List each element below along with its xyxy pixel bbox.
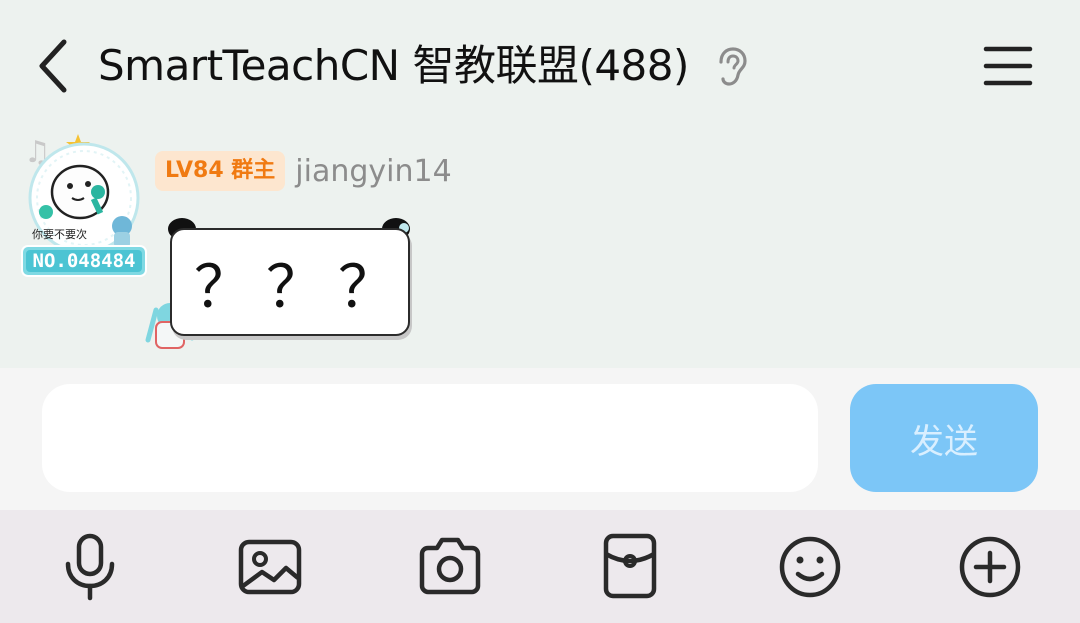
chevron-left-icon xyxy=(39,39,67,93)
avatar[interactable]: ♫ ♪ 你要不要次 NO.048484 xyxy=(18,126,150,278)
sender-name[interactable]: jiangyin14 xyxy=(295,154,451,189)
red-packet-icon xyxy=(603,533,657,599)
camera-button[interactable] xyxy=(410,524,490,608)
camera-icon xyxy=(419,537,481,595)
message-input[interactable] xyxy=(42,384,818,492)
microphone-icon xyxy=(65,533,115,601)
composer-bar: 发送 xyxy=(0,368,1080,510)
composer-toolbar xyxy=(0,510,1080,623)
message-bubble[interactable]: ？？？ xyxy=(138,212,428,354)
emoji-button[interactable] xyxy=(770,524,850,608)
chat-header: SmartTeachCN 智教联盟(488) xyxy=(0,0,1080,125)
avatar-image: ♫ ♪ 你要不要次 NO.048484 xyxy=(21,134,147,277)
ear-icon[interactable] xyxy=(712,46,752,88)
send-button[interactable]: 发送 xyxy=(850,384,1038,492)
emoji-icon xyxy=(779,536,841,598)
plus-icon xyxy=(959,536,1021,598)
voice-button[interactable] xyxy=(50,524,130,608)
chat-title[interactable]: SmartTeachCN 智教联盟(488) xyxy=(98,38,689,94)
hamburger-menu-icon[interactable] xyxy=(978,38,1038,94)
back-button[interactable] xyxy=(28,30,80,102)
message-text: ？？？ xyxy=(194,253,411,321)
message-bubble-body: ？？？ xyxy=(170,228,410,336)
photo-button[interactable] xyxy=(230,524,310,608)
level-badge: LV84 群主 xyxy=(155,151,286,191)
red-packet-button[interactable] xyxy=(590,524,670,608)
avatar-caption: 你要不要次 xyxy=(32,227,87,241)
sender-row: LV84 群主 jiangyin14 xyxy=(155,150,452,192)
image-icon xyxy=(238,539,302,595)
avatar-number: NO.048484 xyxy=(33,250,136,272)
more-button[interactable] xyxy=(950,524,1030,608)
